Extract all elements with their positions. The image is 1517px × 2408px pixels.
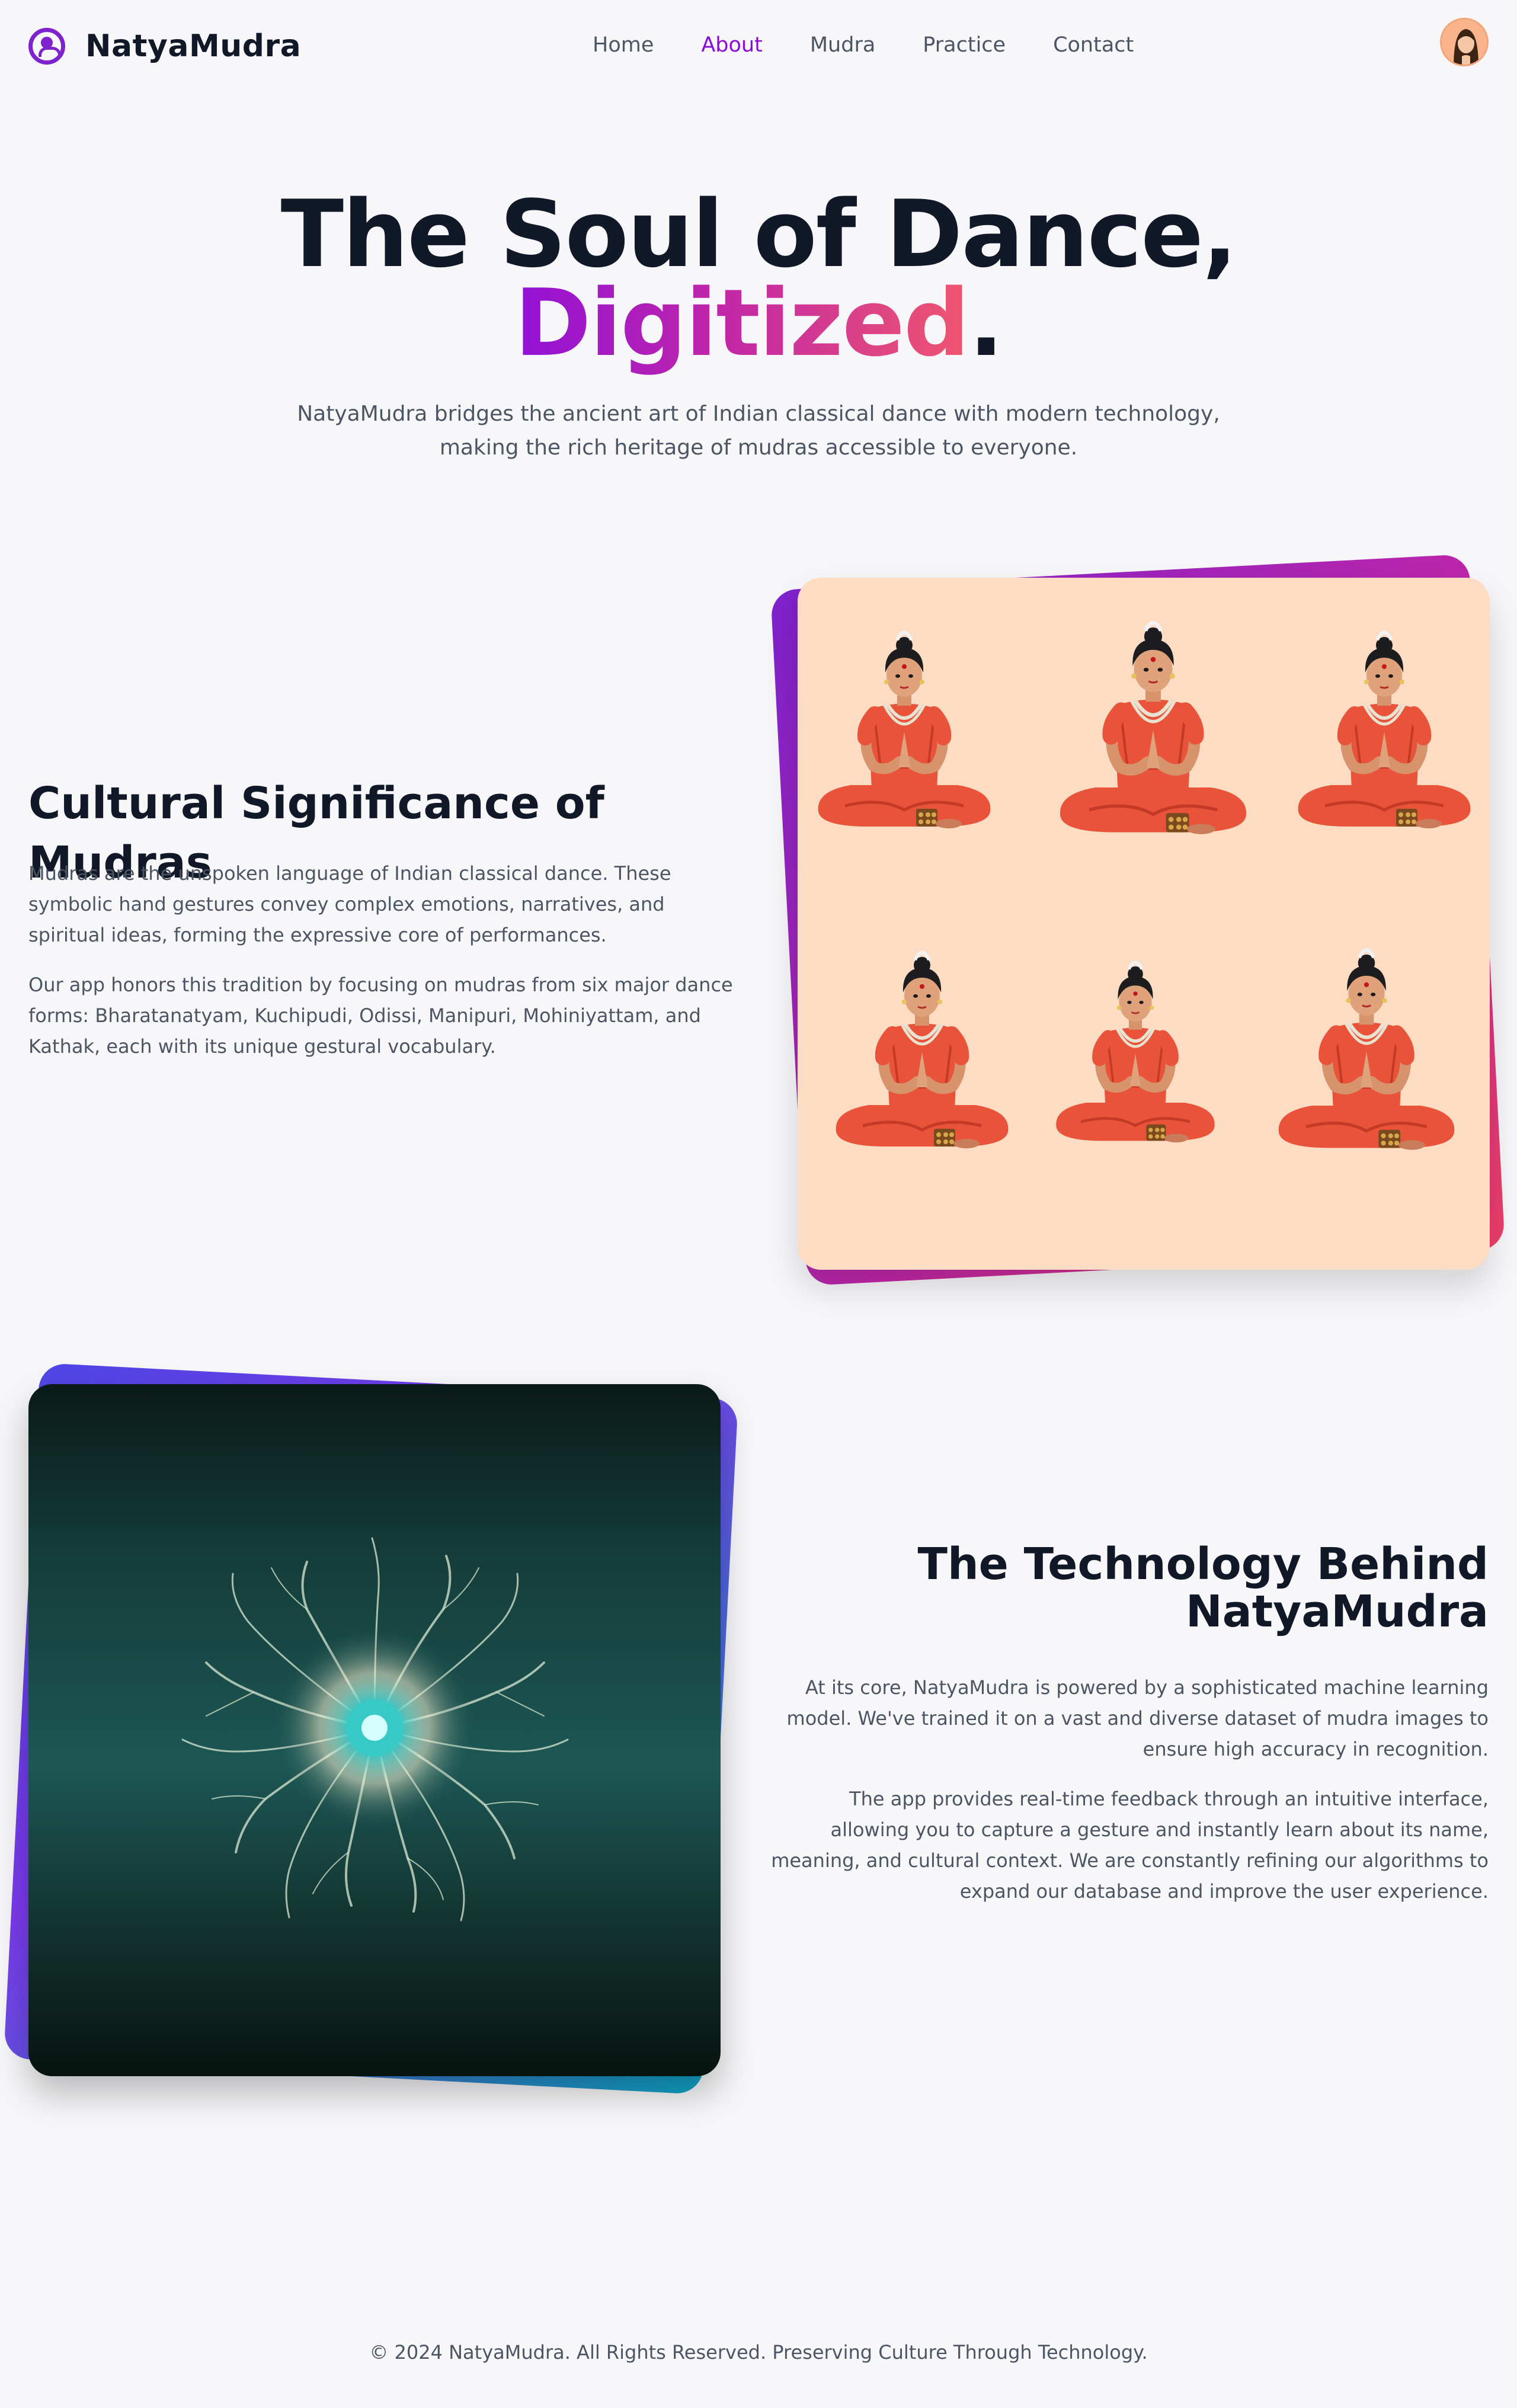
nav-link-about[interactable]: About <box>701 30 762 60</box>
user-avatar-icon <box>1442 20 1487 65</box>
hero-subtitle: NatyaMudra bridges the ancient art of In… <box>297 402 1220 460</box>
dancer-logo-icon <box>28 28 65 65</box>
hero-title-highlight: Digitized <box>514 269 969 377</box>
cultural-paragraph-1: Mudras are the unspoken language of Indi… <box>28 862 671 946</box>
cultural-paragraph-2: Our app honors this tradition by focusin… <box>28 974 733 1058</box>
dancers-illustration <box>798 578 1490 1270</box>
technology-paragraph-1: At its core, NatyaMudra is powered by a … <box>786 1676 1489 1760</box>
top-navbar: NatyaMudra Home About Mudra Practice Con… <box>0 0 1517 91</box>
technology-paragraph-2: The app provides real-time feedback thro… <box>771 1788 1489 1903</box>
footer-copyright: © 2024 NatyaMudra. All Rights Reserved. … <box>369 2341 1148 2364</box>
main-nav: Home About Mudra Practice Contact <box>593 30 1181 60</box>
dancers-image <box>798 578 1490 1270</box>
neuron-image <box>181 1537 569 1922</box>
nav-link-contact[interactable]: Contact <box>1053 30 1134 60</box>
technology-heading: The Technology Behind NatyaMudra <box>917 1539 1489 1637</box>
hero-title-end: . <box>968 269 1004 377</box>
nav-link-practice[interactable]: Practice <box>923 30 1006 60</box>
user-avatar[interactable] <box>1440 18 1489 66</box>
neural-network-illustration <box>28 1384 721 2076</box>
brand-name: NatyaMudra <box>85 28 302 64</box>
nav-link-mudra[interactable]: Mudra <box>810 30 875 60</box>
nav-link-home[interactable]: Home <box>593 30 654 60</box>
hero-title: The Soul of Dance, Digitized. <box>0 188 1517 369</box>
brand-link[interactable]: NatyaMudra <box>28 25 301 68</box>
